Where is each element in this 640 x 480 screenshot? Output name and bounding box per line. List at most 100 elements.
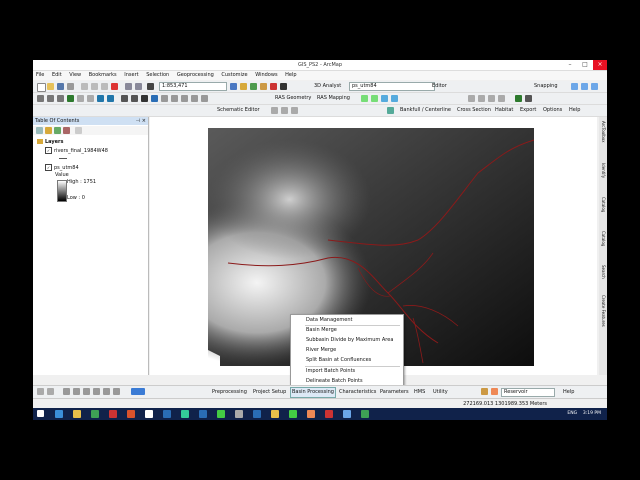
snapping-menu[interactable]: Snapping — [534, 82, 558, 91]
app-icon-10[interactable] — [271, 410, 279, 418]
tab-catalog-2[interactable]: Catalog — [600, 231, 606, 246]
list-by-source-icon[interactable] — [45, 127, 52, 134]
menu-selection[interactable]: Selection — [143, 71, 172, 80]
delete-icon[interactable] — [111, 83, 118, 90]
editor-menu[interactable]: Editor — [432, 82, 447, 91]
tab-identify[interactable]: Identify — [600, 163, 606, 178]
snap-vertex-icon[interactable] — [591, 83, 598, 90]
ras-tool4-icon[interactable] — [391, 95, 398, 102]
menu-utility[interactable]: Utility — [433, 388, 448, 397]
redo-icon[interactable] — [135, 83, 142, 90]
toc-layer-rivers[interactable]: ✓ rivers_final_1984W48 — [45, 147, 108, 155]
ras-tool2-icon[interactable] — [371, 95, 378, 102]
schematic-tool1-icon[interactable] — [271, 107, 278, 114]
menu-file[interactable]: File — [33, 71, 47, 80]
menu-item-split-basin[interactable]: Split Basin at Confluences — [306, 357, 371, 364]
menu-insert[interactable]: Insert — [121, 71, 141, 80]
back-icon[interactable] — [97, 95, 104, 102]
menu-parameters[interactable]: Parameters — [380, 388, 409, 397]
bankfull-centerline-menu[interactable]: Bankfull / Centerline — [400, 106, 451, 115]
app-icon-13[interactable] — [343, 410, 351, 418]
menu-item-delineate-batch-points[interactable]: Delineate Batch Points — [306, 378, 363, 385]
app-icon-5[interactable] — [181, 410, 189, 418]
fixed-zoom-out-icon[interactable] — [87, 95, 94, 102]
time-slider-icon[interactable] — [201, 95, 208, 102]
rivertools-icon[interactable] — [387, 107, 394, 114]
undo-icon[interactable] — [125, 83, 132, 90]
zoom-out-icon[interactable] — [47, 95, 54, 102]
draw-tool4-icon[interactable] — [93, 388, 100, 395]
habitat-menu[interactable]: Habitat — [495, 106, 513, 115]
schematic-tool3-icon[interactable] — [291, 107, 298, 114]
menu-help[interactable]: Help — [282, 71, 299, 80]
chrome-icon[interactable] — [91, 410, 99, 418]
split-tool-icon[interactable] — [488, 95, 495, 102]
arcmap-taskbar-icon[interactable] — [289, 410, 297, 418]
cut-icon[interactable] — [81, 83, 88, 90]
zoom-in-icon[interactable] — [37, 95, 44, 102]
app-icon-9[interactable] — [253, 410, 261, 418]
draw-tool6-icon[interactable] — [113, 388, 120, 395]
app-icon-8[interactable] — [235, 410, 243, 418]
paste-icon[interactable] — [101, 83, 108, 90]
full-extent-icon[interactable] — [67, 95, 74, 102]
minimize-icon[interactable]: – — [563, 60, 577, 70]
options-menu[interactable]: Options — [543, 106, 562, 115]
app-icon-3[interactable] — [145, 410, 153, 418]
html-popup-icon[interactable] — [191, 95, 198, 102]
ie-icon[interactable] — [55, 410, 63, 418]
menu-preprocessing[interactable]: Preprocessing — [212, 388, 247, 397]
ras-tool1-icon[interactable] — [361, 95, 368, 102]
arcgis-online-icon[interactable] — [515, 95, 522, 102]
reservoir-combo[interactable]: Reservoir — [501, 388, 555, 397]
hyperlink-icon[interactable] — [181, 95, 188, 102]
geohms-help[interactable]: Help — [563, 388, 574, 397]
fixed-zoom-in-icon[interactable] — [77, 95, 84, 102]
layer-visibility-checkbox[interactable]: ✓ — [45, 164, 52, 171]
menu-edit[interactable]: Edit — [49, 71, 65, 80]
menu-project-setup[interactable]: Project Setup — [253, 388, 286, 397]
identify-icon[interactable] — [151, 95, 158, 102]
data-view-icon[interactable] — [47, 388, 54, 395]
menu-hms[interactable]: HMS — [414, 388, 425, 397]
list-by-drawing-order-icon[interactable] — [36, 127, 43, 134]
edit-tool-icon[interactable] — [468, 95, 475, 102]
search-icon[interactable] — [260, 83, 267, 90]
sketch-tool-icon[interactable] — [478, 95, 485, 102]
app-icon-12[interactable] — [325, 410, 333, 418]
copy-icon[interactable] — [91, 83, 98, 90]
app-icon-6[interactable] — [199, 410, 207, 418]
app-icon-11[interactable] — [307, 410, 315, 418]
draw-tool1-icon[interactable] — [63, 388, 70, 395]
catalog-icon[interactable] — [250, 83, 257, 90]
tab-search[interactable]: Search — [600, 265, 606, 279]
snap-point-icon[interactable] — [571, 83, 578, 90]
editor-toolbar-icon[interactable] — [230, 83, 237, 90]
menu-item-basin-merge[interactable]: Basin Merge — [306, 327, 337, 334]
schematic-tool2-icon[interactable] — [281, 107, 288, 114]
language-indicator[interactable]: ENG — [567, 411, 577, 416]
tab-catalog[interactable]: Catalog — [600, 197, 606, 212]
add-data-icon[interactable] — [147, 83, 154, 90]
menu-basin-processing[interactable]: Basin Processing — [290, 387, 336, 398]
menu-bookmarks[interactable]: Bookmarks — [86, 71, 120, 80]
python-icon[interactable] — [280, 83, 287, 90]
export-menu[interactable]: Export — [520, 106, 536, 115]
draw-tool5-icon[interactable] — [103, 388, 110, 395]
toc-layer-dem[interactable]: ✓ ps_utm84 — [45, 164, 79, 172]
explorer-icon[interactable] — [73, 410, 81, 418]
cross-section-menu[interactable]: Cross Section — [457, 106, 491, 115]
geohms-tool2-icon[interactable] — [491, 388, 498, 395]
list-by-selection-icon[interactable] — [63, 127, 70, 134]
toc-options-icon[interactable] — [75, 127, 82, 134]
close-icon[interactable]: × — [593, 60, 607, 70]
print-icon[interactable] — [67, 83, 74, 90]
ras-mapping-menu[interactable]: RAS Mapping — [317, 94, 350, 103]
forward-icon[interactable] — [107, 95, 114, 102]
app-icon-7[interactable] — [217, 410, 225, 418]
tab-create-features[interactable]: Create Features — [600, 295, 606, 327]
rotate-tool-icon[interactable] — [498, 95, 505, 102]
ras-geometry-menu[interactable]: RAS Geometry — [275, 94, 311, 103]
menu-characteristics[interactable]: Characteristics — [339, 388, 376, 397]
find-icon[interactable] — [161, 95, 168, 102]
